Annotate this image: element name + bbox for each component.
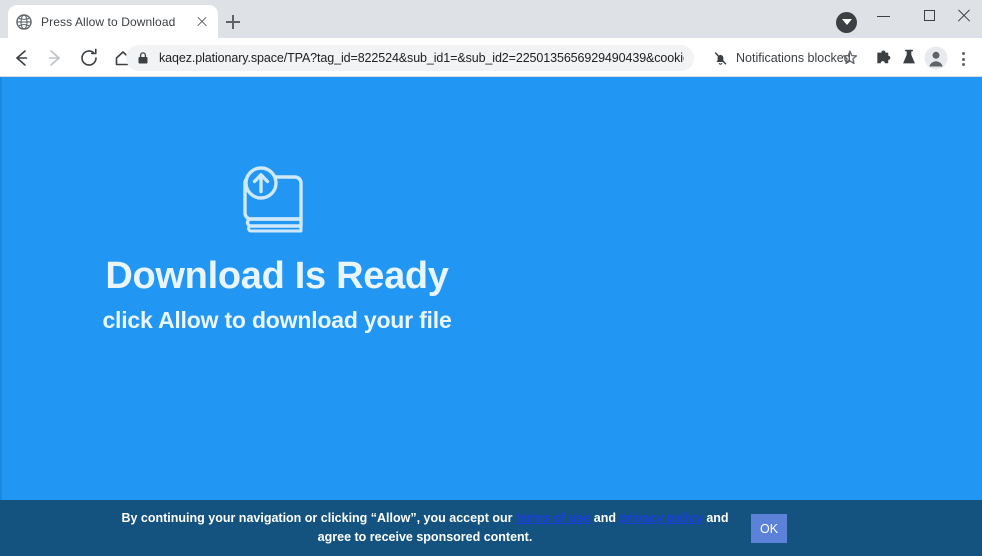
page-viewport: Download Is Ready click Allow to downloa… [0, 77, 982, 556]
bell-slash-icon [714, 51, 727, 65]
minimize-icon [877, 16, 890, 18]
browser-tab[interactable]: Press Allow to Download [8, 5, 218, 38]
hero-section: Download Is Ready click Allow to downloa… [0, 77, 554, 500]
arrow-right-icon [48, 50, 60, 66]
menu-dot-3 [962, 63, 965, 66]
consent-banner: By continuing your navigation or clickin… [0, 500, 982, 556]
star-icon [842, 50, 858, 65]
maximize-icon [924, 9, 935, 21]
chrome-menu-button[interactable] [951, 45, 975, 71]
window-close-button[interactable] [953, 0, 982, 32]
lock-icon [138, 52, 148, 64]
url-text: kaqez.plationary.space/TPA?tag_id=822524… [159, 51, 684, 65]
forward-button[interactable] [42, 45, 68, 71]
back-button[interactable] [8, 45, 34, 71]
experiments-button[interactable] [896, 45, 922, 71]
download-badge-icon[interactable] [836, 12, 857, 33]
consent-text: By continuing your navigation or clickin… [120, 509, 730, 547]
puzzle-icon [877, 50, 891, 64]
close-icon[interactable] [194, 14, 210, 30]
reload-icon [81, 48, 97, 66]
flask-icon [903, 49, 915, 64]
menu-dot-2 [962, 57, 965, 61]
new-tab-button[interactable] [222, 11, 244, 33]
page-subtitle: click Allow to download your file [102, 307, 452, 333]
maximize-button[interactable] [907, 0, 953, 32]
download-arrow-glyph [841, 19, 852, 25]
notifications-blocked-indicator[interactable]: Notifications blocked [712, 45, 851, 71]
arrow-left-icon [16, 50, 28, 66]
privacy-policy-link[interactable]: privacy policy [619, 511, 702, 525]
book-upload-icon [243, 166, 303, 233]
profile-avatar[interactable] [923, 45, 949, 71]
tab-strip: Press Allow to Download [0, 0, 982, 38]
consent-text-middle: and [590, 511, 620, 525]
menu-dot-1 [962, 52, 965, 55]
extensions-button[interactable] [869, 45, 895, 71]
consent-ok-button[interactable]: OK [751, 514, 787, 543]
avatar-icon [924, 46, 948, 70]
consent-text-before: By continuing your navigation or clickin… [121, 511, 516, 525]
globe-icon [16, 13, 32, 30]
browser-window: Press Allow to Download kaqez.plationary… [0, 0, 982, 556]
browser-toolbar: kaqez.plationary.space/TPA?tag_id=822524… [0, 38, 982, 77]
bookmark-star-button[interactable] [838, 45, 862, 71]
minimize-button[interactable] [861, 0, 907, 32]
address-bar[interactable]: kaqez.plationary.space/TPA?tag_id=822524… [126, 45, 694, 71]
notifications-blocked-label: Notifications blocked [736, 51, 851, 65]
tab-title: Press Allow to Download [41, 14, 176, 29]
reload-button[interactable] [76, 45, 102, 71]
terms-of-use-link[interactable]: terms of use [516, 511, 590, 525]
page-title: Download Is Ready [105, 255, 449, 297]
